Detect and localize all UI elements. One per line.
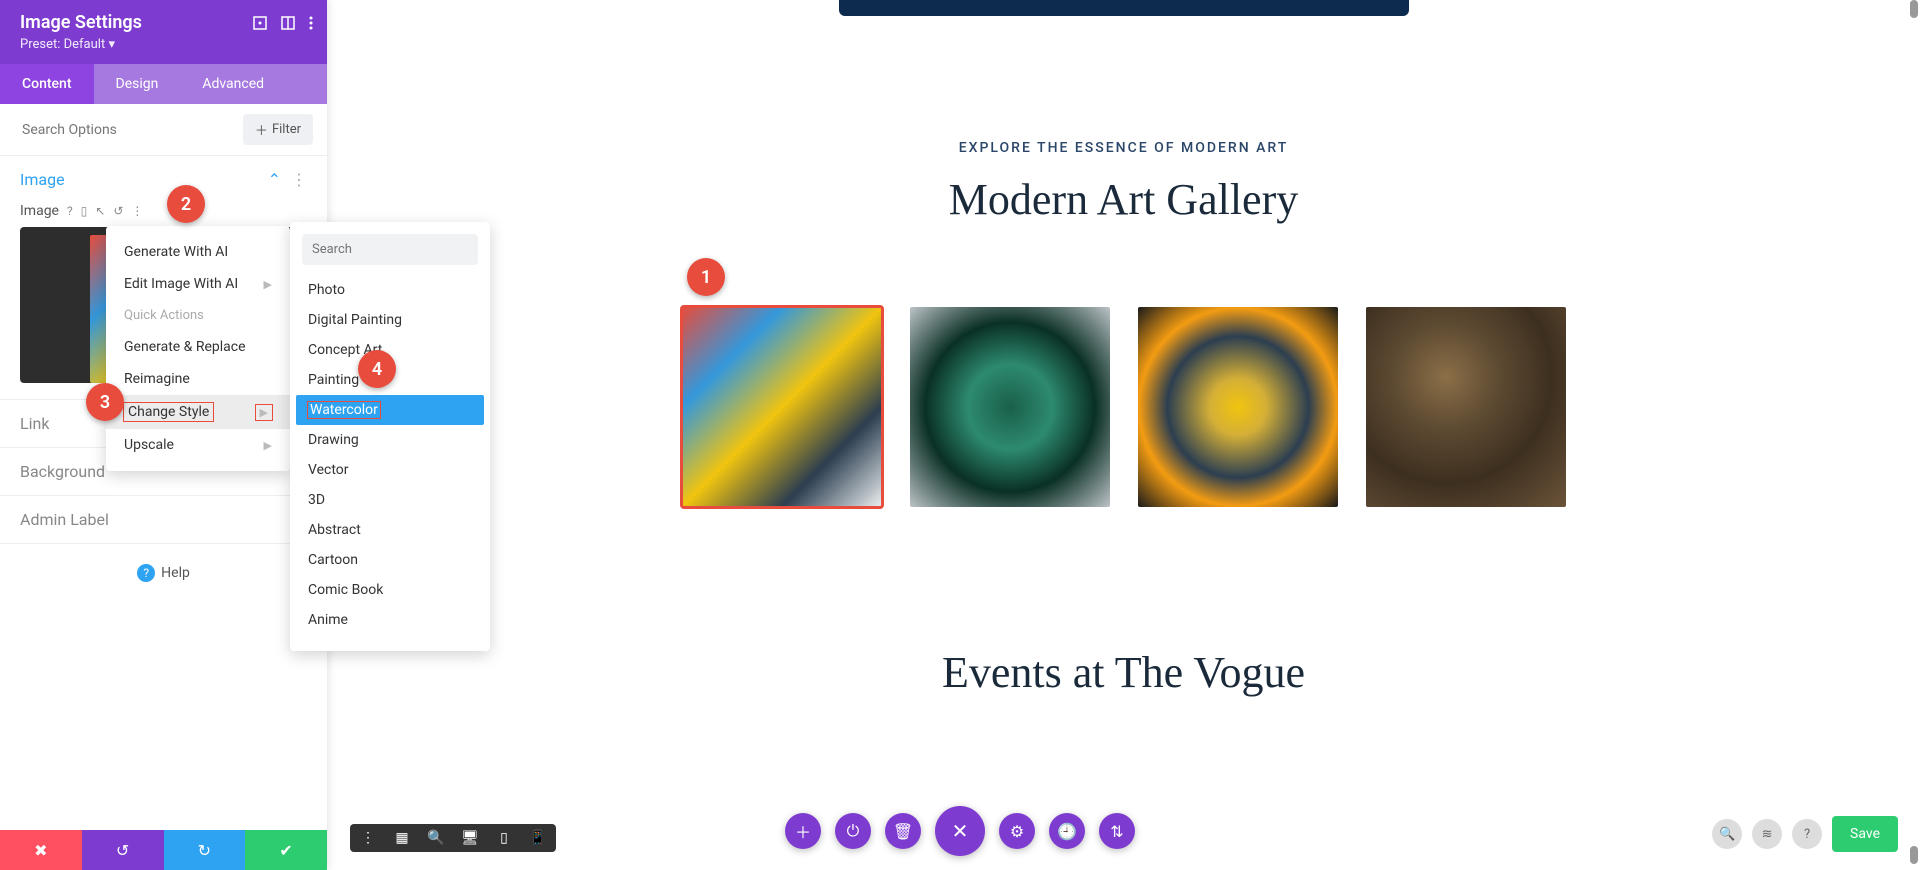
tablet-icon[interactable]: ▯: [494, 830, 514, 846]
help-link[interactable]: ?Help: [0, 544, 327, 602]
annotation-badge-4: 4: [358, 350, 396, 388]
section-background-header[interactable]: Background: [20, 462, 105, 481]
wireframe-icon[interactable]: ▦: [392, 830, 412, 846]
style-photo[interactable]: Photo: [290, 275, 490, 305]
delete-button[interactable]: 🗑: [885, 813, 921, 849]
gallery-image-3[interactable]: [1138, 307, 1338, 507]
right-tools: 🔍 ≋ ? Save: [1712, 816, 1898, 852]
sort-button[interactable]: ⇅: [1099, 813, 1135, 849]
gallery-image-2[interactable]: [910, 307, 1110, 507]
page-title: Modern Art Gallery: [327, 174, 1920, 225]
save-page-button[interactable]: Save: [1832, 816, 1898, 852]
scrollbar-bottom[interactable]: [1910, 846, 1918, 864]
ai-context-menu: Generate With AI Edit Image With AI▶ Qui…: [106, 226, 290, 471]
filter-button[interactable]: ＋ Filter: [243, 114, 313, 145]
scrollbar-top[interactable]: [1910, 0, 1918, 18]
mobile-icon[interactable]: 📱: [528, 830, 548, 846]
panel-redo-button[interactable]: ↻: [164, 830, 246, 870]
expand-icon[interactable]: [253, 16, 267, 30]
style-drawing[interactable]: Drawing: [290, 425, 490, 455]
settings-tabs: Content Design Advanced: [0, 64, 327, 104]
panel-header: Image Settings Preset: Default ▾: [0, 0, 327, 64]
tab-design[interactable]: Design: [94, 64, 181, 104]
style-submenu: Photo Digital Painting Concept Art Paint…: [290, 222, 490, 651]
style-3d[interactable]: 3D: [290, 485, 490, 515]
search-page-icon[interactable]: 🔍: [1712, 819, 1742, 849]
section-image-header[interactable]: Image: [20, 170, 65, 189]
cursor-icon[interactable]: ↖: [95, 204, 105, 218]
style-vector[interactable]: Vector: [290, 455, 490, 485]
page-canvas: EXPLORE THE ESSENCE OF MODERN ART Modern…: [327, 0, 1920, 870]
panel-undo-button[interactable]: ↺: [82, 830, 164, 870]
annotation-badge-3: 3: [86, 383, 124, 421]
toolbar-more-icon[interactable]: ⋮: [358, 830, 378, 846]
help-circle-icon: ?: [137, 564, 155, 582]
search-options-input[interactable]: [14, 116, 235, 144]
panel-close-button[interactable]: ✖: [0, 830, 82, 870]
image-field-label: Image: [20, 203, 59, 219]
section-more-icon[interactable]: ⋮: [291, 170, 307, 189]
style-cartoon[interactable]: Cartoon: [290, 545, 490, 575]
chevron-right-icon: ▶: [264, 439, 272, 452]
events-title: Events at The Vogue: [327, 647, 1920, 698]
eyebrow-text: EXPLORE THE ESSENCE OF MODERN ART: [327, 140, 1920, 156]
style-abstract[interactable]: Abstract: [290, 515, 490, 545]
gallery-image-4[interactable]: [1366, 307, 1566, 507]
close-builder-button[interactable]: ✕: [935, 806, 985, 856]
style-watercolor[interactable]: Watercolor: [296, 395, 484, 425]
more-icon[interactable]: [309, 16, 313, 30]
history-button[interactable]: 🕘: [1049, 813, 1085, 849]
help2-icon[interactable]: ?: [1792, 819, 1822, 849]
snap-icon[interactable]: [281, 16, 295, 30]
chevron-up-icon[interactable]: ⌃: [268, 170, 281, 189]
annotation-badge-2: 2: [167, 185, 205, 223]
menu-edit-ai[interactable]: Edit Image With AI▶: [106, 268, 290, 300]
style-search-input[interactable]: [302, 234, 478, 265]
menu-generate-ai[interactable]: Generate With AI: [106, 236, 290, 268]
add-button[interactable]: ＋: [785, 813, 821, 849]
menu-upscale[interactable]: Upscale▶: [106, 429, 290, 461]
hero-button-partial[interactable]: [839, 0, 1409, 16]
tab-advanced[interactable]: Advanced: [180, 64, 286, 104]
gallery-image-1[interactable]: [682, 307, 882, 507]
settings-button[interactable]: ⚙: [999, 813, 1035, 849]
layers-icon[interactable]: ≋: [1752, 819, 1782, 849]
help-icon[interactable]: ?: [67, 204, 73, 218]
field-more-icon[interactable]: ⋮: [131, 204, 143, 218]
menu-quick-actions-label: Quick Actions: [106, 300, 290, 331]
tab-content[interactable]: Content: [0, 64, 94, 104]
menu-generate-replace[interactable]: Generate & Replace: [106, 331, 290, 363]
view-toolbar: ⋮ ▦ 🔍 🖥 ▯ 📱: [350, 824, 556, 852]
panel-title: Image Settings: [20, 12, 142, 33]
section-admin-label-header[interactable]: Admin Label: [20, 510, 109, 529]
style-digital-painting[interactable]: Digital Painting: [290, 305, 490, 335]
chevron-right-icon: ▶: [264, 278, 272, 291]
zoom-icon[interactable]: 🔍: [426, 830, 446, 846]
section-link-header[interactable]: Link: [20, 414, 49, 433]
menu-reimagine[interactable]: Reimagine: [106, 363, 290, 395]
gallery-row: [327, 307, 1920, 507]
undo-icon[interactable]: ↺: [113, 204, 123, 218]
desktop-icon[interactable]: 🖥: [460, 830, 480, 846]
power-button[interactable]: ⏻: [835, 813, 871, 849]
builder-action-bar: ＋ ⏻ 🗑 ✕ ⚙ 🕘 ⇅: [785, 806, 1135, 856]
annotation-badge-1: 1: [687, 258, 725, 296]
chevron-right-icon: ▶: [256, 405, 272, 420]
panel-save-button[interactable]: ✔: [245, 830, 327, 870]
style-anime[interactable]: Anime: [290, 605, 490, 635]
preset-dropdown[interactable]: Preset: Default ▾: [0, 37, 327, 64]
phone-icon[interactable]: ▯: [81, 204, 88, 218]
style-comic-book[interactable]: Comic Book: [290, 575, 490, 605]
menu-change-style[interactable]: Change Style▶: [106, 395, 290, 429]
